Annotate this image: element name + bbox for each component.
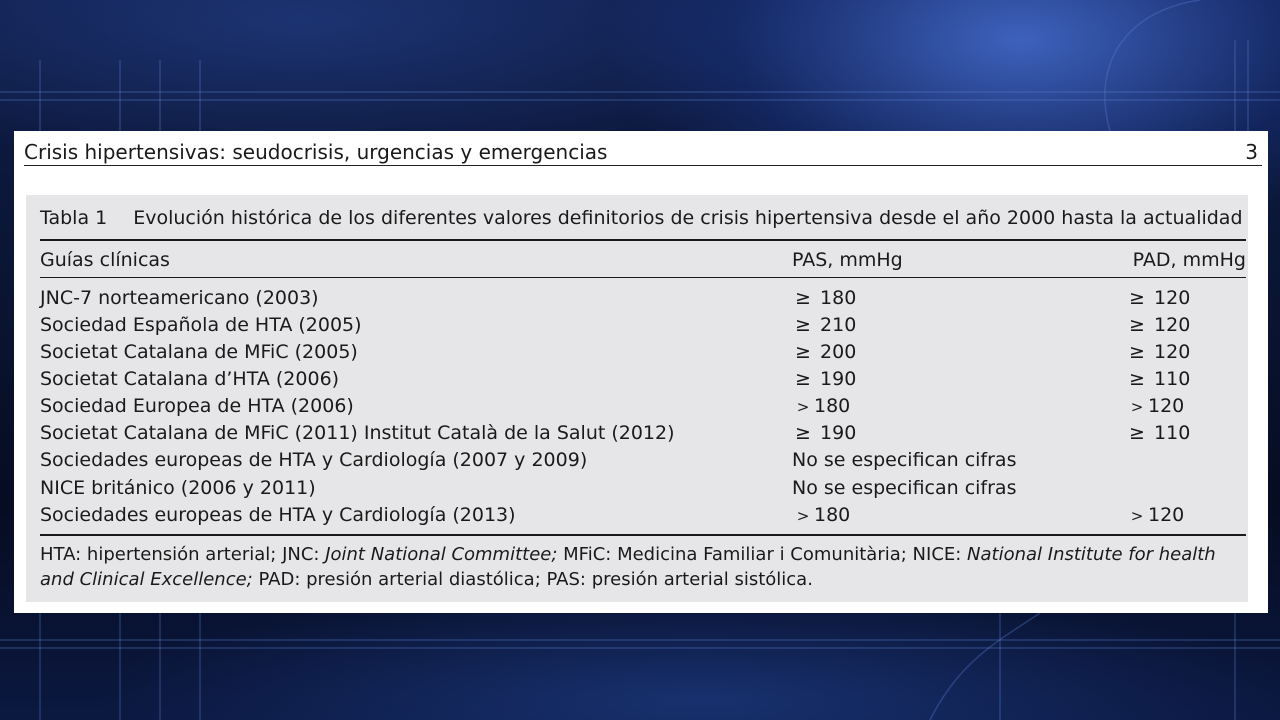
pas-value: 190	[820, 422, 857, 444]
table-row: Sociedades europeas de HTA y Cardiología…	[40, 502, 1246, 528]
cell-guide: Societat Catalana de MFiC (2011) Institu…	[40, 422, 675, 444]
running-head-title: Crisis hipertensivas: seudocrisis, urgen…	[24, 140, 608, 164]
table-footnote: HTA: hipertensión arterial; JNC: Joint N…	[40, 542, 1246, 592]
cell-guide: NICE británico (2006 y 2011)	[40, 477, 316, 499]
pad-operator: >	[1130, 507, 1144, 525]
footnote-text-2: MFiC: Medicina Familiar i Comunitària; N…	[557, 544, 968, 565]
cell-guide: Sociedades europeas de HTA y Cardiología…	[40, 449, 588, 471]
cell-no-figures: No se especifican cifras	[792, 477, 1017, 499]
pad-operator: ≥	[1129, 368, 1145, 390]
pas-operator: >	[796, 398, 810, 416]
pad-operator: ≥	[1129, 287, 1145, 309]
pad-value: 120	[1154, 287, 1191, 309]
cell-pas: >180	[792, 393, 851, 420]
pas-operator: >	[796, 507, 810, 525]
running-head: Crisis hipertensivas: seudocrisis, urgen…	[24, 139, 1262, 166]
cell-pas: ≥ 200	[792, 339, 856, 365]
pas-value: 190	[820, 368, 857, 390]
cell-guide: Sociedad Europea de HTA (2006)	[40, 395, 354, 417]
pas-value: 180	[820, 287, 857, 309]
pas-value: 200	[820, 341, 857, 363]
table-row: Societat Catalana de MFiC (2005) ≥ 200 ≥…	[40, 339, 1246, 365]
pas-operator: ≥	[795, 368, 811, 390]
pad-operator: ≥	[1129, 341, 1145, 363]
pad-value: 120	[1148, 395, 1185, 417]
header-pad: PAD, mmHg	[1132, 249, 1246, 271]
table-label: Tabla 1	[40, 207, 108, 229]
cell-pas: ≥ 180	[792, 285, 856, 311]
pas-operator: ≥	[795, 314, 811, 336]
table-bottom-rule	[40, 534, 1246, 536]
pad-value: 110	[1154, 422, 1191, 444]
table-caption: Tabla 1 Evolución histórica de los difere…	[40, 205, 1246, 231]
table-row: Sociedad Europea de HTA (2006) >180 >120	[40, 393, 1246, 419]
footnote-italic-1: Joint National Committee;	[325, 544, 558, 565]
pad-value: 120	[1148, 504, 1185, 526]
table-caption-text: Evolución histórica de los diferentes va…	[133, 207, 1243, 229]
cell-guide: Societat Catalana d’HTA (2006)	[40, 368, 340, 390]
cell-pad: ≥ 120	[1126, 285, 1190, 311]
pad-value: 120	[1154, 341, 1191, 363]
cell-pas: ≥ 190	[792, 420, 856, 446]
cell-pad: >120	[1126, 393, 1185, 420]
pas-value: 180	[814, 504, 851, 526]
cell-guide: Sociedades europeas de HTA y Cardiología…	[40, 504, 516, 526]
cell-pas: ≥ 190	[792, 366, 856, 392]
footnote-text-1: HTA: hipertensión arterial; JNC:	[40, 544, 326, 565]
table-row: Societat Catalana d’HTA (2006) ≥ 190 ≥ 1…	[40, 366, 1246, 392]
table-top-rule	[40, 239, 1246, 241]
table-row: Societat Catalana de MFiC (2011) Institu…	[40, 420, 1246, 446]
table-row: Sociedades europeas de HTA y Cardiología…	[40, 447, 1246, 473]
pad-value: 110	[1154, 368, 1191, 390]
document-page: Crisis hipertensivas: seudocrisis, urgen…	[14, 131, 1268, 613]
pad-operator: ≥	[1129, 422, 1145, 444]
pas-operator: ≥	[795, 287, 811, 309]
pas-value: 210	[820, 314, 857, 336]
cell-pad: ≥ 110	[1126, 420, 1190, 446]
pas-value: 180	[814, 395, 851, 417]
cell-pas: ≥ 210	[792, 312, 856, 338]
header-guides: Guías clínicas	[40, 249, 170, 271]
table-row: NICE británico (2006 y 2011) No se espec…	[40, 475, 1246, 501]
pas-operator: ≥	[795, 422, 811, 444]
table-header-rule	[40, 277, 1246, 278]
header-pas: PAS, mmHg	[792, 249, 903, 271]
table-panel: Tabla 1 Evolución histórica de los difere…	[26, 195, 1248, 602]
cell-pad: ≥ 120	[1126, 339, 1190, 365]
pas-operator: ≥	[795, 341, 811, 363]
cell-pas: >180	[792, 502, 851, 529]
table-header-row: Guías clínicas PAS, mmHg PAD, mmHg	[40, 247, 1246, 273]
cell-pad: >120	[1126, 502, 1185, 529]
cell-guide: JNC-7 norteamericano (2003)	[40, 287, 319, 309]
cell-guide: Societat Catalana de MFiC (2005)	[40, 341, 358, 363]
cell-pad: ≥ 110	[1126, 366, 1190, 392]
table-row: JNC-7 norteamericano (2003) ≥ 180 ≥ 120	[40, 285, 1246, 311]
table-row: Sociedad Española de HTA (2005) ≥ 210 ≥ …	[40, 312, 1246, 338]
footnote-text-3: PAD: presión arterial diastólica; PAS: p…	[252, 569, 813, 590]
pad-operator: >	[1130, 398, 1144, 416]
pad-operator: ≥	[1129, 314, 1145, 336]
pad-value: 120	[1154, 314, 1191, 336]
cell-pad: ≥ 120	[1126, 312, 1190, 338]
cell-no-figures: No se especifican cifras	[792, 449, 1017, 471]
page-number: 3	[1245, 140, 1258, 164]
cell-guide: Sociedad Española de HTA (2005)	[40, 314, 362, 336]
